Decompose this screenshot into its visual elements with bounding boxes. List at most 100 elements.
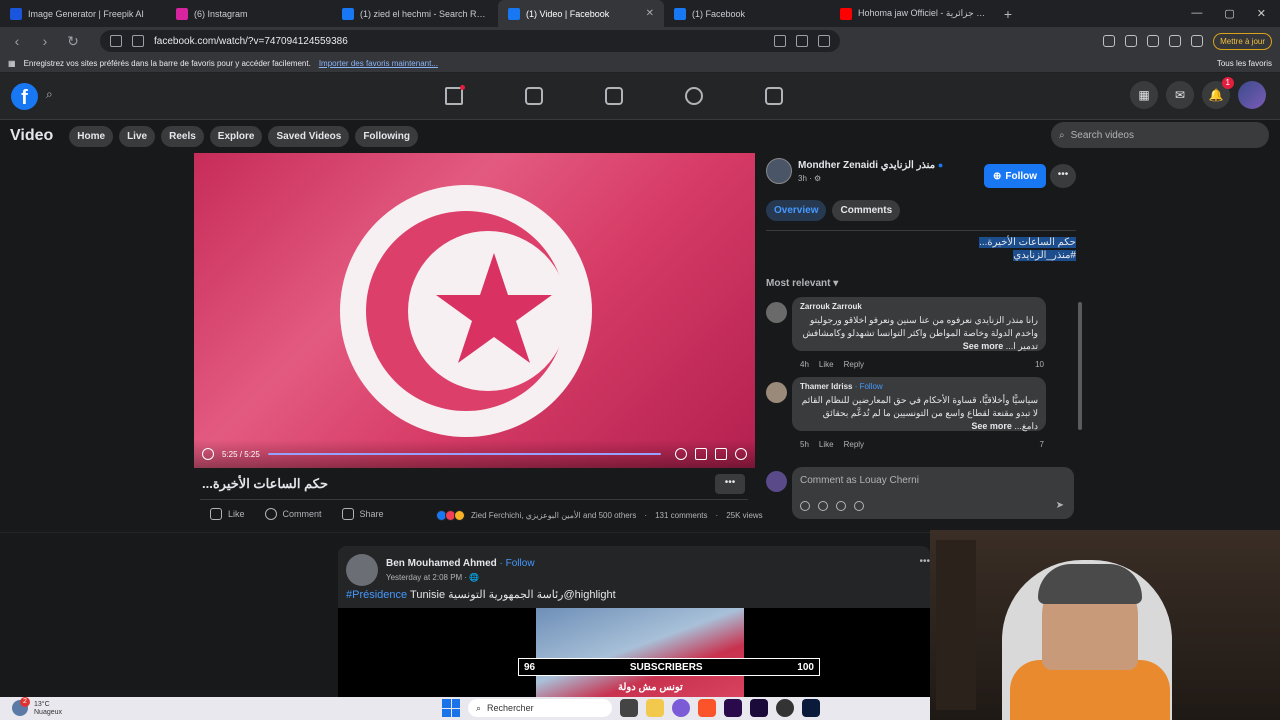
profile-avatar[interactable] <box>1238 81 1266 109</box>
search-icon[interactable]: ⌕ <box>46 87 66 107</box>
file-explorer-icon[interactable] <box>646 699 664 717</box>
nav-pill-explore[interactable]: Explore <box>209 125 263 147</box>
notifications-icon[interactable]: 🔔 1 <box>1202 77 1234 109</box>
comment-input[interactable]: Comment as Louay Cherni ➤ <box>792 467 1074 519</box>
follow-button[interactable]: ⊕ Follow <box>984 164 1046 188</box>
emoji-icon[interactable] <box>818 501 828 511</box>
comment-reply-button[interactable]: Reply <box>844 440 864 449</box>
windows-start-icon[interactable] <box>442 699 460 717</box>
like-button[interactable]: Like <box>210 508 245 520</box>
video-search-input[interactable]: ⌕ Search videos <box>1051 122 1269 148</box>
settings-icon[interactable] <box>675 448 687 460</box>
progress-bar[interactable] <box>267 453 661 455</box>
install-icon[interactable] <box>774 35 786 47</box>
browser-tab[interactable]: (1) Video | Facebook ✕ <box>498 0 664 27</box>
comments-count[interactable]: 131 comments <box>655 511 707 520</box>
comment-reply-button[interactable]: Reply <box>844 360 864 369</box>
reaction-icons[interactable] <box>436 510 465 521</box>
share-icon[interactable] <box>796 35 808 47</box>
poster-name[interactable]: Mondher Zenaidi منذر الزنايدي <box>798 160 935 171</box>
comment-reaction-count[interactable]: 7 <box>1040 440 1044 449</box>
nav-pill-saved[interactable]: Saved Videos <box>268 125 350 147</box>
fullscreen-icon[interactable] <box>695 448 707 460</box>
comments-scrollbar[interactable] <box>1078 302 1082 430</box>
post-follow-link[interactable]: · Follow <box>500 558 535 569</box>
pip-icon[interactable] <box>715 448 727 460</box>
comment-sort-dropdown[interactable]: Most relevant ▾ <box>766 278 838 289</box>
nav-pill-reels[interactable]: Reels <box>161 125 204 147</box>
browser-tab[interactable]: Image Generator | Freepik AI <box>0 0 166 27</box>
comment-time[interactable]: 5h <box>800 440 809 449</box>
close-icon[interactable]: ✕ <box>1257 7 1266 20</box>
marketplace-icon[interactable] <box>605 87 623 105</box>
wallet-icon[interactable] <box>1191 35 1204 47</box>
messenger-icon[interactable]: ✉ <box>1166 81 1194 109</box>
see-more-link[interactable]: See more <box>963 341 1004 351</box>
close-tab-icon[interactable]: ✕ <box>646 8 654 19</box>
brave-shield-icon[interactable] <box>818 35 830 47</box>
gaming-icon[interactable] <box>765 87 783 105</box>
maximize-icon[interactable]: ▢ <box>1224 7 1234 20</box>
brave-browser-icon[interactable] <box>698 699 716 717</box>
back-icon[interactable]: ‹ <box>8 33 26 49</box>
post-more-button[interactable]: ••• <box>919 556 930 567</box>
minimize-icon[interactable]: — <box>1191 7 1202 20</box>
send-icon[interactable]: ➤ <box>1056 500 1064 511</box>
menu-grid-icon[interactable]: ▦ <box>1130 81 1158 109</box>
nav-pill-following[interactable]: Following <box>355 125 418 147</box>
media-icon[interactable] <box>1147 35 1160 47</box>
after-effects-icon[interactable] <box>750 699 768 717</box>
see-more-link[interactable]: See more <box>971 421 1012 431</box>
obs-icon[interactable] <box>776 699 794 717</box>
photoshop-icon[interactable] <box>802 699 820 717</box>
groups-icon[interactable] <box>685 87 703 105</box>
video-icon[interactable] <box>525 87 543 105</box>
comment-button[interactable]: Comment <box>264 508 322 520</box>
poster-time[interactable]: 3h · ⚙ <box>798 174 943 183</box>
bookmark-icon[interactable] <box>110 35 122 47</box>
sidebar-icon[interactable] <box>1169 35 1182 47</box>
comment-like-button[interactable]: Like <box>819 360 834 369</box>
nav-pill-home[interactable]: Home <box>69 125 114 147</box>
browser-tab[interactable]: (1) Facebook <box>664 0 830 27</box>
forward-icon[interactable]: › <box>36 33 54 49</box>
post-hashtag[interactable]: #Présidence <box>346 589 407 601</box>
nav-pill-live[interactable]: Live <box>119 125 156 147</box>
import-bookmarks-link[interactable]: Importer des favoris maintenant... <box>319 59 438 68</box>
commenter-avatar[interactable] <box>766 302 787 323</box>
share-button[interactable]: Share <box>341 508 384 520</box>
commenter-avatar[interactable] <box>766 382 787 403</box>
tab-overview[interactable]: Overview <box>766 200 827 221</box>
post-time[interactable]: Yesterday at 2:08 PM · 🌐 <box>386 573 479 582</box>
site-info-icon[interactable] <box>132 35 144 47</box>
reactors-text[interactable]: Zied Ferchichi, الأمين البوعزيزي and 500… <box>471 511 636 520</box>
browser-tab[interactable]: (1) zied el hechmi - Search Results | F <box>332 0 498 27</box>
comment-reaction-count[interactable]: 10 <box>1035 360 1044 369</box>
commenter-follow-link[interactable]: · Follow <box>855 382 883 391</box>
discord-icon[interactable] <box>672 699 690 717</box>
browser-tab[interactable]: (6) Instagram <box>166 0 332 27</box>
post-author-avatar[interactable] <box>346 554 378 586</box>
url-field[interactable]: facebook.com/watch/?v=747094124559386 <box>100 30 840 52</box>
home-icon[interactable] <box>445 85 465 105</box>
volume-icon[interactable] <box>735 448 747 460</box>
screenshot-icon[interactable] <box>1125 35 1138 47</box>
update-button[interactable]: Mettre à jour <box>1213 32 1272 50</box>
poster-avatar[interactable] <box>766 158 792 184</box>
video-player[interactable]: 5:25 / 5:25 <box>194 153 755 468</box>
apps-icon[interactable]: ▦ <box>8 59 16 68</box>
new-tab-button[interactable]: + <box>996 6 1020 22</box>
reload-icon[interactable]: ↻ <box>64 33 82 50</box>
avatar-sticker-icon[interactable] <box>800 501 810 511</box>
taskbar-search[interactable]: ⌕ Rechercher <box>468 699 612 717</box>
extension-icon[interactable] <box>1103 35 1116 47</box>
post-author-name[interactable]: Ben Mouhamed Ahmed <box>386 558 497 569</box>
replay-icon[interactable] <box>202 448 214 460</box>
facebook-logo-icon[interactable]: f <box>11 83 38 110</box>
caption-hashtag[interactable]: #منذر_الزنايدي <box>1013 250 1076 261</box>
commenter-name[interactable]: Zarrouk Zarrouk <box>800 302 862 311</box>
comment-time[interactable]: 4h <box>800 360 809 369</box>
sidebar-more-button[interactable]: ••• <box>1050 164 1076 188</box>
sticker-icon[interactable] <box>854 501 864 511</box>
task-view-icon[interactable] <box>620 699 638 717</box>
